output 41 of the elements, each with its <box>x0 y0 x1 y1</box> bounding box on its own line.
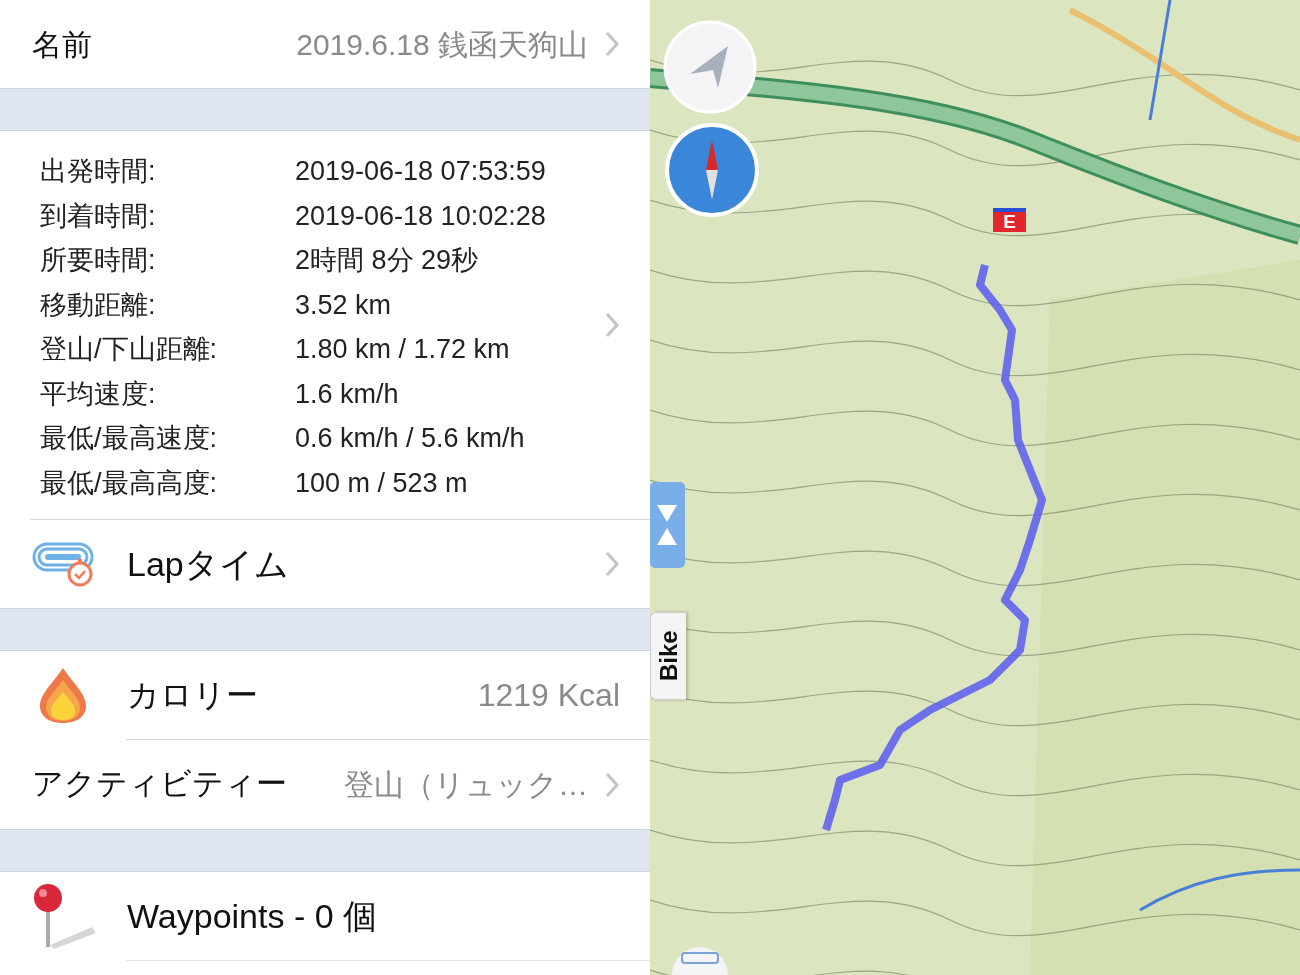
stat-value: 100 m / 523 m <box>295 466 469 500</box>
stat-label: 移動距離: <box>40 288 157 322</box>
chevron-icon <box>604 550 620 578</box>
calorie-label: カロリー <box>127 676 258 715</box>
activity-row[interactable]: アクティビティー 登山（リュック… <box>0 740 650 829</box>
chevron-icon <box>604 311 620 339</box>
stat-value: 2時間 8分 29秒 <box>295 244 480 277</box>
stat-label: 平均速度: <box>40 377 157 411</box>
stat-value: 3.52 km <box>295 288 393 322</box>
activity-label: アクティビティー <box>32 765 287 804</box>
map-view[interactable]: Bike E <box>650 0 1300 975</box>
compass-icon <box>665 123 759 217</box>
ruler-button[interactable] <box>672 947 728 975</box>
stat-value: 2019-06-18 10:02:28 <box>295 199 546 233</box>
end-flag-marker: E <box>993 208 1026 232</box>
calorie-value: 1219 Kcal <box>477 676 620 715</box>
name-value: 2019.6.18 銭函天狗山 <box>296 26 588 63</box>
locate-button[interactable] <box>663 20 757 114</box>
stat-label: 所要時間: <box>40 244 157 277</box>
map-mode-tab[interactable]: Bike <box>650 612 686 700</box>
waypoints-row[interactable]: Waypoints - 0 個 <box>0 872 650 960</box>
waypoints-label: Waypoints - 0 個 <box>127 895 378 937</box>
stat-label: 出発時間: <box>40 155 157 188</box>
stat-value: 1.80 km / 1.72 km <box>295 333 511 366</box>
activity-value: 登山（リュック… <box>344 767 588 803</box>
flame-icon <box>38 666 88 724</box>
name-row[interactable]: 名前 2019.6.18 銭函天狗山 <box>0 0 650 88</box>
lap-row[interactable]: Lapタイム <box>0 520 650 608</box>
stat-value: 2019-06-18 07:53:59 <box>295 155 546 188</box>
track-timer-icon <box>32 540 96 588</box>
stat-value: 0.6 km/h / 5.6 km/h <box>295 422 526 455</box>
name-label: 名前 <box>32 26 92 63</box>
stat-label: 到着時間: <box>40 199 157 233</box>
chevron-icon <box>604 30 620 58</box>
chevron-icon <box>604 770 620 799</box>
stat-value: 1.6 km/h <box>295 377 400 411</box>
lap-label: Lapタイム <box>127 543 289 585</box>
collapse-panel-button[interactable] <box>650 482 685 568</box>
stat-label: 最低/最高速度: <box>40 422 218 455</box>
stat-label: 登山/下山距離: <box>40 333 218 366</box>
stat-label: 最低/最高高度: <box>40 466 218 500</box>
